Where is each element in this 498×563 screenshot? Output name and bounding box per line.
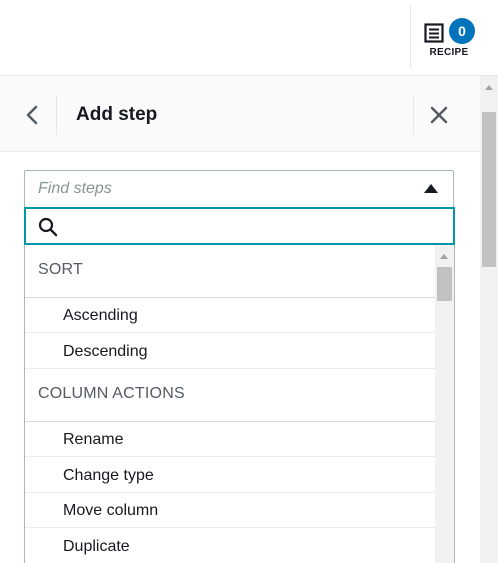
panel-header: Add step [0,77,480,152]
top-bar: 0 RECIPE [0,0,498,76]
divider [410,6,411,68]
page-scrollbar[interactable] [480,76,498,563]
steps-search-box[interactable] [24,207,455,245]
recipe-label: RECIPE [429,47,469,58]
chevron-left-icon [14,105,50,135]
close-button[interactable] [423,99,455,131]
panel-title: Add step [76,104,158,125]
scroll-up-arrow-icon[interactable] [440,254,448,259]
caret-up-icon [424,184,438,193]
recipe-count-badge: 0 [449,18,475,44]
option-ascending[interactable]: Ascending [25,298,435,333]
group-header-column-actions: COLUMN ACTIONS [38,385,185,402]
search-input[interactable] [68,213,448,239]
recipe-button[interactable]: 0 RECIPE [418,14,480,64]
group-header-sort: SORT [38,261,83,278]
option-move-column[interactable]: Move column [25,493,435,528]
steps-dropdown-list: SORT Ascending Descending COLUMN ACTIONS… [24,245,455,563]
scrollbar-thumb[interactable] [482,112,496,267]
app-root: 0 RECIPE Add step Find steps SORT Ascend… [0,0,498,563]
recipe-list-icon [424,23,444,43]
back-button[interactable] [14,99,50,131]
search-icon [38,217,58,237]
find-steps-select[interactable]: Find steps [24,170,454,208]
scrollbar-thumb[interactable] [437,267,452,301]
close-icon [423,106,455,135]
scroll-up-arrow-icon[interactable] [485,85,493,90]
option-descending[interactable]: Descending [25,334,435,369]
option-rename[interactable]: Rename [25,422,435,457]
divider [413,95,414,135]
select-placeholder: Find steps [38,180,112,197]
option-duplicate[interactable]: Duplicate [25,529,435,563]
option-change-type[interactable]: Change type [25,458,435,493]
divider [56,95,57,135]
list-scrollbar[interactable] [435,245,454,563]
